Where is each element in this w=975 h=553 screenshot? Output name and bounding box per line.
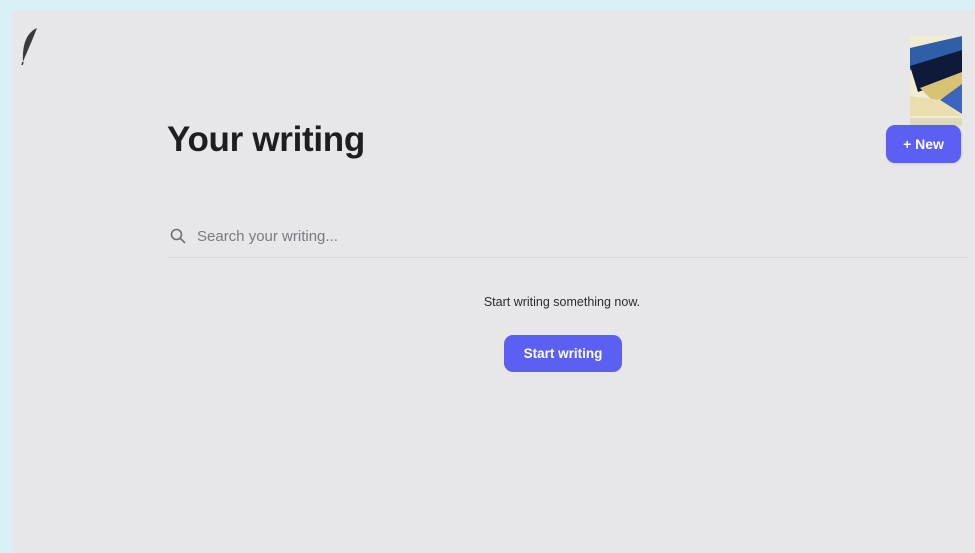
- empty-state-message: Start writing something now.: [483, 295, 641, 309]
- new-button[interactable]: + New: [886, 125, 961, 163]
- user-avatar-image: [910, 36, 962, 126]
- search-bar: [167, 215, 967, 258]
- user-avatar[interactable]: [910, 36, 962, 126]
- feather-quill-icon[interactable]: [20, 26, 40, 66]
- page-title: Your writing: [167, 120, 365, 159]
- search-icon: [170, 228, 186, 244]
- app-window: + New Your writing Start writing somethi…: [12, 10, 975, 553]
- search-input[interactable]: [197, 227, 797, 245]
- start-writing-button[interactable]: Start writing: [504, 335, 622, 372]
